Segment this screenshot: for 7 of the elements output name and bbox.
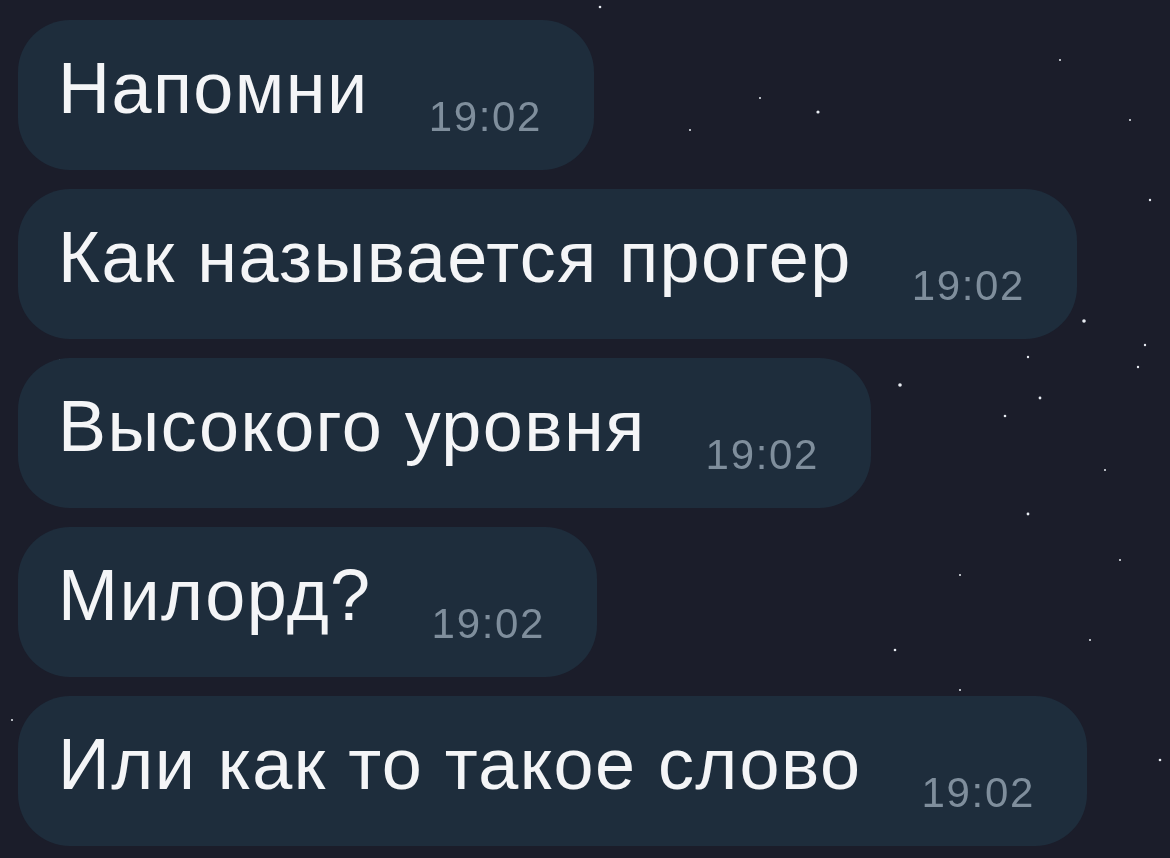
message-text: Или как то такое слово — [58, 728, 862, 800]
message-time: 19:02 — [428, 96, 543, 138]
message-time: 19:02 — [431, 603, 546, 645]
message-time: 19:02 — [921, 772, 1035, 814]
message-time: 19:02 — [911, 265, 1026, 307]
message-time: 19:02 — [705, 434, 820, 476]
message-text: Напомни — [58, 52, 369, 124]
